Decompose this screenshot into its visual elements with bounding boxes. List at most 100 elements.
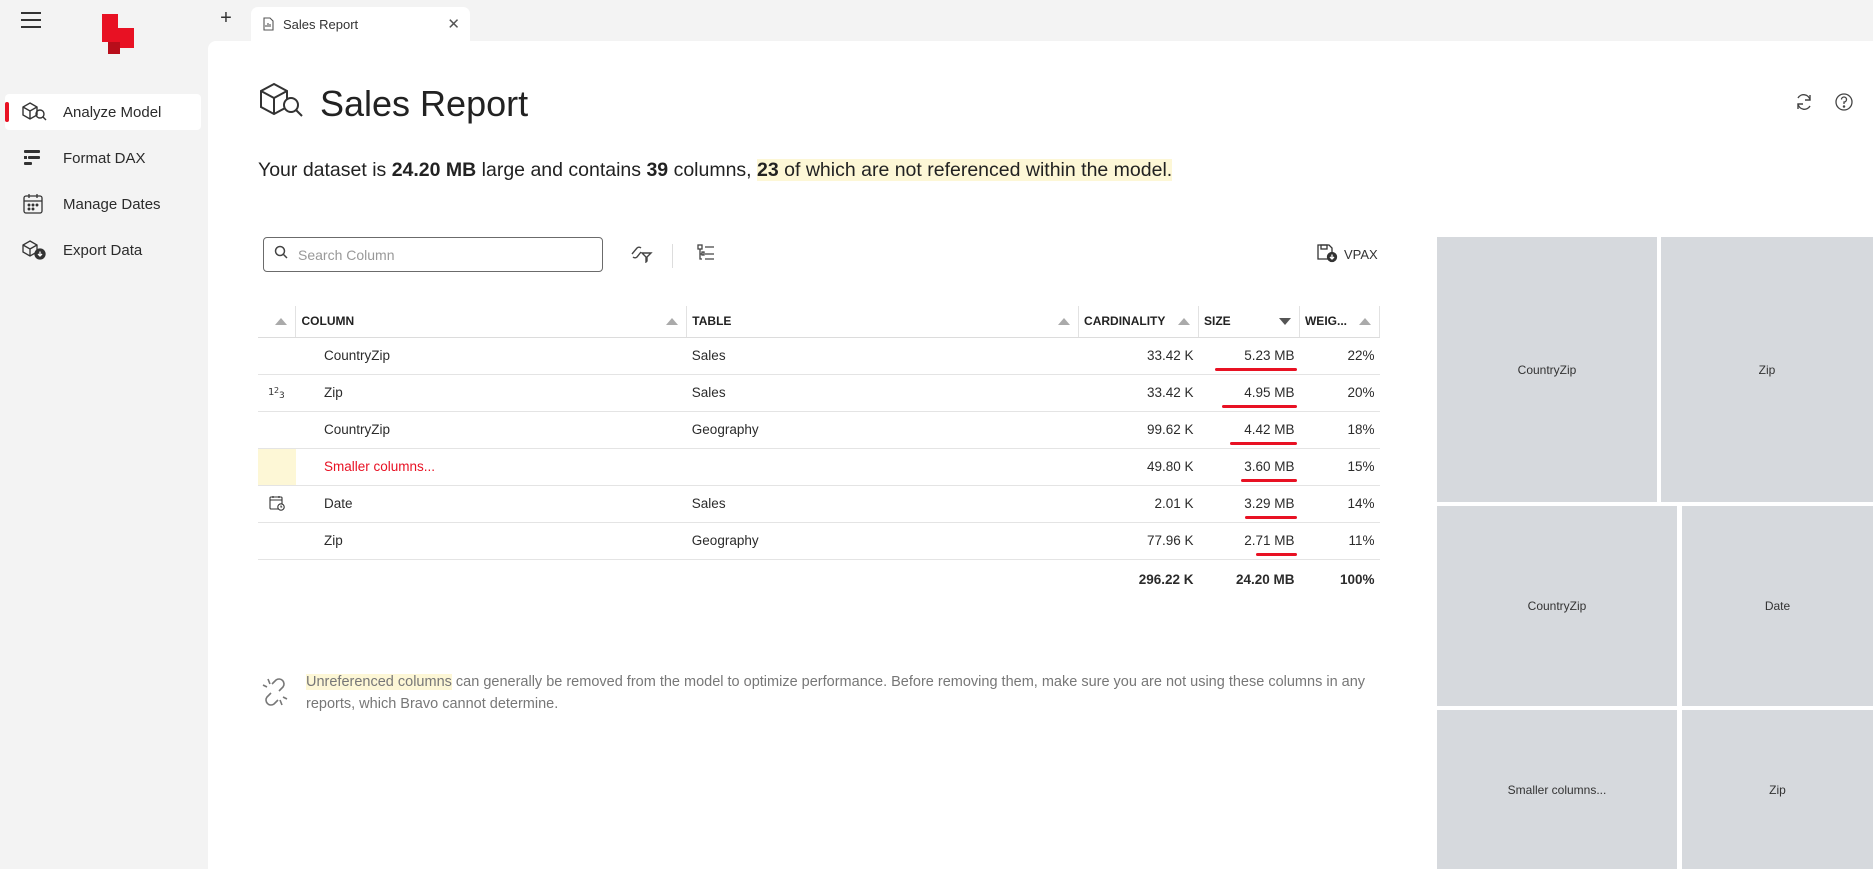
- summary-text: of which are not referenced within the m…: [778, 159, 1173, 181]
- column-header-cardinality[interactable]: CARDINALITY: [1078, 306, 1200, 338]
- table-name-cell: Sales: [686, 485, 1079, 523]
- filter-unreferenced-button[interactable]: [628, 244, 654, 266]
- size-bar: [1222, 404, 1298, 408]
- summary-text: large and contains: [476, 159, 647, 181]
- total-size: 24.20 MB: [1235, 571, 1295, 587]
- broken-link-icon: [258, 675, 292, 709]
- weight-cell: 20%: [1299, 374, 1380, 412]
- tab-sales-report[interactable]: Sales Report ✕: [251, 7, 470, 41]
- export-vpax-button[interactable]: VPAX: [1316, 243, 1378, 266]
- totals-row: 296.22 K 24.20 MB 100%: [258, 559, 1380, 599]
- column-header-type[interactable]: [258, 306, 297, 338]
- weight-cell: 15%: [1299, 448, 1380, 486]
- group-by-table-button[interactable]: [693, 243, 719, 266]
- columns-table: COLUMN TABLE CARDINALITY SIZE WEIG... Co…: [258, 306, 1381, 599]
- sort-down-icon: [1278, 318, 1291, 325]
- treemap-tile[interactable]: CountryZip: [1437, 506, 1677, 706]
- cardinality-cell: 99.62 K: [1078, 411, 1199, 449]
- header-label: CARDINALITY: [1084, 314, 1166, 329]
- cardinality-cell: 49.80 K: [1078, 448, 1199, 486]
- unreferenced-highlight: 23 of which are not referenced within th…: [757, 159, 1173, 181]
- size-value: 3.60 MB: [1244, 459, 1295, 474]
- column-name-cell: CountryZip: [295, 411, 687, 449]
- sidebar-item-format-dax[interactable]: Format DAX: [5, 140, 201, 176]
- table-row[interactable]: Date Sales 2.01 K 3.29 MB 14%: [258, 485, 1380, 523]
- weight-cell: 11%: [1299, 522, 1380, 560]
- summary-text: columns,: [668, 159, 758, 181]
- close-icon[interactable]: ✕: [447, 15, 460, 33]
- bravo-logo: [100, 14, 140, 54]
- sort-up-icon: [275, 318, 288, 325]
- column-name-cell[interactable]: Smaller columns...: [295, 448, 687, 486]
- type-cell: 123: [258, 374, 296, 412]
- type-cell: [258, 448, 296, 486]
- sidebar-item-manage-dates[interactable]: Manage Dates: [5, 186, 201, 222]
- sidebar-item-analyze-model[interactable]: Analyze Model: [5, 94, 201, 130]
- sort-up-icon: [1359, 318, 1371, 325]
- unreferenced-note: Unreferenced columns can generally be re…: [258, 671, 1380, 715]
- size-cell: 3.60 MB: [1198, 448, 1300, 486]
- search-input[interactable]: [298, 246, 578, 263]
- summary-columns: 39: [646, 159, 669, 181]
- table-row[interactable]: 123 Zip Sales 33.42 K 4.95 MB 20%: [258, 374, 1380, 412]
- weight-cell: 14%: [1299, 485, 1380, 523]
- weight-cell: 22%: [1299, 337, 1380, 375]
- export-data-icon: [19, 238, 49, 262]
- size-bar: [1245, 515, 1298, 519]
- header-label: WEIG...: [1304, 314, 1347, 329]
- sidebar-item-label: Analyze Model: [63, 103, 162, 121]
- help-icon[interactable]: [1833, 91, 1855, 113]
- size-bar: [1241, 478, 1298, 482]
- treemap-tile[interactable]: Date: [1682, 506, 1873, 706]
- manage-dates-icon: [19, 192, 49, 216]
- total-cardinality: 296.22 K: [1138, 571, 1194, 587]
- column-name-cell: Zip: [295, 374, 687, 412]
- column-name-cell: CountryZip: [295, 337, 687, 375]
- table-name-cell: Sales: [686, 374, 1079, 412]
- column-header-column[interactable]: COLUMN: [295, 306, 688, 338]
- cardinality-cell: 33.42 K: [1078, 337, 1199, 375]
- type-cell: [258, 485, 296, 523]
- sidebar-item-label: Export Data: [63, 241, 143, 259]
- sidebar: Analyze Model Format DAX Manage Dates Ex…: [5, 94, 201, 278]
- table-row[interactable]: CountryZip Geography 99.62 K 4.42 MB 18%: [258, 411, 1380, 449]
- dataset-summary: Your dataset is 24.20 MB large and conta…: [258, 159, 1173, 182]
- table-row[interactable]: CountryZip Sales 33.42 K 5.23 MB 22%: [258, 337, 1380, 375]
- size-bar: [1256, 552, 1298, 556]
- new-tab-button[interactable]: +: [216, 8, 236, 30]
- table-name-cell: [686, 448, 1079, 486]
- search-icon: [274, 245, 288, 264]
- format-dax-icon: [19, 146, 49, 170]
- table-name-cell: Sales: [686, 337, 1079, 375]
- toolbar-divider: [672, 244, 673, 268]
- weight-cell: 18%: [1299, 411, 1380, 449]
- treemap-tile[interactable]: Zip: [1661, 237, 1873, 502]
- vpax-label: VPAX: [1344, 247, 1378, 262]
- treemap-tile[interactable]: Zip: [1682, 710, 1873, 869]
- total-spacer: [258, 559, 296, 599]
- table-row[interactable]: Zip Geography 77.96 K 2.71 MB 11%: [258, 522, 1380, 560]
- column-header-size[interactable]: SIZE: [1198, 306, 1300, 338]
- date-type-icon: [267, 494, 287, 512]
- unlink-filter-icon: [629, 243, 653, 268]
- summary-size: 24.20 MB: [391, 159, 477, 181]
- column-name-cell: Zip: [295, 522, 687, 560]
- size-cell: 5.23 MB: [1198, 337, 1300, 375]
- size-bar: [1230, 441, 1298, 445]
- column-header-table[interactable]: TABLE: [686, 306, 1080, 338]
- sidebar-item-export-data[interactable]: Export Data: [5, 232, 201, 268]
- hamburger-menu-icon[interactable]: [21, 12, 41, 28]
- sort-up-icon: [666, 318, 679, 325]
- smaller-columns-row[interactable]: Smaller columns... 49.80 K 3.60 MB 15%: [258, 448, 1380, 486]
- size-cell: 2.71 MB: [1198, 522, 1300, 560]
- column-header-weight[interactable]: WEIG...: [1299, 306, 1381, 338]
- treemap-tile[interactable]: CountryZip: [1437, 237, 1657, 502]
- size-value: 2.71 MB: [1244, 533, 1295, 548]
- total-spacer: [296, 559, 687, 599]
- type-cell: [258, 337, 296, 375]
- refresh-icon[interactable]: [1793, 91, 1815, 113]
- sidebar-item-label: Format DAX: [63, 149, 146, 167]
- sort-up-icon: [1058, 318, 1071, 325]
- size-cell: 4.42 MB: [1198, 411, 1300, 449]
- treemap-tile[interactable]: Smaller columns...: [1437, 710, 1677, 869]
